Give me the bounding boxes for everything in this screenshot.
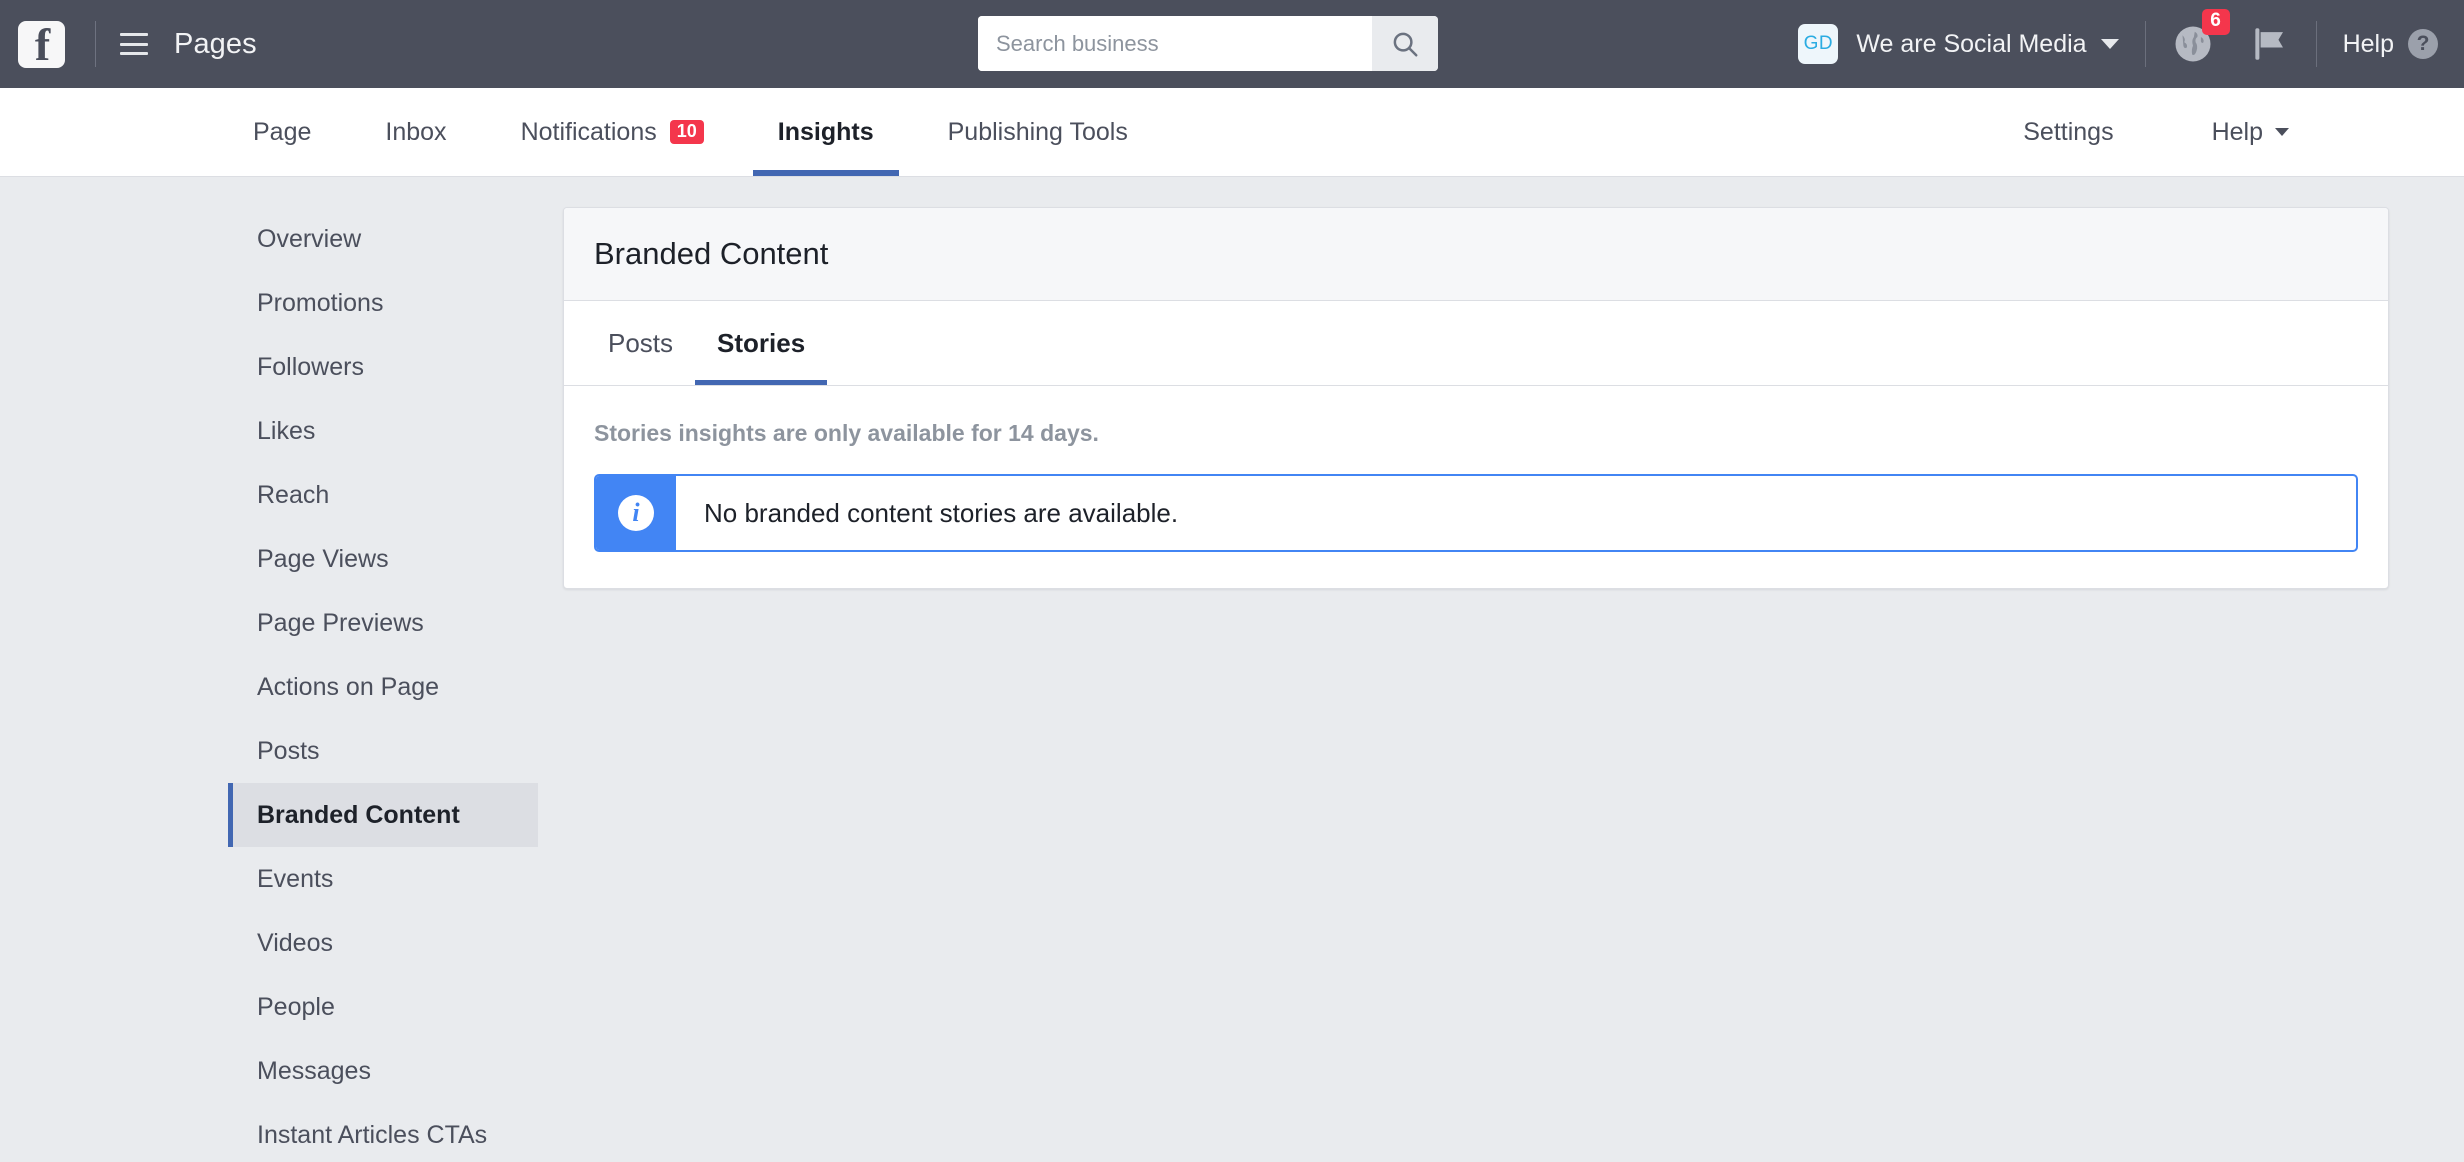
account-name[interactable]: We are Social Media [1856,30,2086,59]
notifications-badge-count: 10 [669,119,704,145]
search-button[interactable] [1372,16,1438,71]
sidebar-item-label: Posts [257,736,320,765]
sidebar-item-videos[interactable]: Videos [228,911,538,975]
sidebar-item-label: People [257,992,335,1021]
tab-insights-label: Insights [777,117,874,146]
header-right-controls: GD We are Social Media 6 Help ? [1798,0,2438,88]
sidebar-item-messages[interactable]: Messages [228,1039,538,1103]
insights-sidebar: Overview Promotions Followers Likes Reac… [228,207,538,1162]
branded-content-card: Branded Content Posts Stories Stories in… [563,207,2389,589]
page-content: Overview Promotions Followers Likes Reac… [0,177,2464,1162]
card-body: Stories insights are only available for … [564,386,2388,588]
help-label: Help [2342,29,2394,58]
sidebar-item-label: Page Views [257,544,389,573]
sidebar-item-label: Reach [257,480,330,509]
page-title: Branded Content [594,236,829,271]
page-nav-bar: Page Inbox Notifications 10 Insights Pub… [0,88,2464,177]
nav-help-label: Help [2211,117,2263,146]
sidebar-item-likes[interactable]: Likes [228,399,538,463]
sidebar-item-label: Instant Articles CTAs [257,1120,488,1149]
sidebar-item-actions-on-page[interactable]: Actions on Page [228,655,538,719]
sidebar-item-label: Followers [257,352,364,381]
tab-publishing-tools-label: Publishing Tools [947,117,1128,146]
sidebar-item-page-views[interactable]: Page Views [228,527,538,591]
question-mark-icon: ? [2408,29,2438,59]
pages-title: Pages [174,27,257,60]
search-input[interactable] [978,16,1372,71]
search-icon [1393,32,1418,56]
sidebar-item-label: Messages [257,1056,371,1085]
tab-page[interactable]: Page [228,88,336,176]
flag-icon [2254,28,2283,60]
sidebar-item-label: Branded Content [257,800,460,829]
sidebar-item-label: Events [257,864,334,893]
globe-notifications-button[interactable]: 6 [2172,9,2230,65]
nav-right-group: Settings Help [1998,88,2314,176]
tab-notifications[interactable]: Notifications 10 [496,88,729,176]
chevron-down-icon[interactable] [2100,39,2119,49]
empty-state-message: No branded content stories are available… [704,497,1179,528]
sidebar-item-people[interactable]: People [228,975,538,1039]
sidebar-item-label: Videos [257,928,333,957]
tab-page-label: Page [253,117,312,146]
sidebar-item-page-previews[interactable]: Page Previews [228,591,538,655]
tab-posts-label: Posts [608,327,674,358]
tab-stories-label: Stories [717,327,806,358]
header-divider-3 [2315,21,2317,67]
sidebar-item-instant-articles-ctas[interactable]: Instant Articles CTAs [228,1103,538,1162]
top-header-bar: f Pages GD We are Social Media 6 [0,0,2464,88]
globe-badge-count: 6 [2201,9,2230,35]
sidebar-item-label: Likes [257,416,316,445]
header-divider-2 [2144,21,2146,67]
tab-posts[interactable]: Posts [586,301,695,385]
tab-notifications-label: Notifications [520,117,657,146]
tab-stories[interactable]: Stories [695,301,828,385]
sidebar-item-events[interactable]: Events [228,847,538,911]
tab-publishing-tools[interactable]: Publishing Tools [923,88,1153,176]
search-business-container [978,16,1438,71]
stories-availability-notice: Stories insights are only available for … [594,420,1099,446]
sidebar-item-label: Overview [257,224,362,253]
sidebar-item-promotions[interactable]: Promotions [228,271,538,335]
hamburger-menu-icon[interactable] [120,33,148,55]
info-icon-container: i [596,476,676,550]
sidebar-item-label: Actions on Page [257,672,440,701]
sidebar-item-overview[interactable]: Overview [228,207,538,271]
sidebar-item-branded-content[interactable]: Branded Content [228,783,538,847]
settings-label: Settings [2023,117,2114,146]
avatar[interactable]: GD [1798,24,1839,64]
card-header: Branded Content [564,208,2388,301]
sidebar-item-label: Page Previews [257,608,424,637]
help-button[interactable]: Help ? [2343,29,2438,59]
main-column: Branded Content Posts Stories Stories in… [563,207,2389,1162]
flag-button[interactable] [2248,23,2290,65]
tab-insights[interactable]: Insights [752,88,899,176]
sidebar-item-reach[interactable]: Reach [228,463,538,527]
facebook-logo-icon[interactable]: f [18,20,65,68]
tab-inbox-label: Inbox [385,117,447,146]
nav-items-group: Page Inbox Notifications 10 Insights Pub… [228,88,1153,176]
sidebar-item-followers[interactable]: Followers [228,335,538,399]
nav-help-button[interactable]: Help [2187,118,2314,147]
info-icon: i [618,495,654,531]
chevron-down-icon [2275,128,2289,136]
tab-inbox[interactable]: Inbox [360,88,471,176]
sidebar-item-label: Promotions [257,288,384,317]
settings-button[interactable]: Settings [1998,118,2138,147]
card-tabs: Posts Stories [564,301,2388,386]
facebook-logo-letter: f [34,20,51,68]
sidebar-item-posts[interactable]: Posts [228,719,538,783]
header-divider [95,21,96,67]
empty-state-info-box: i No branded content stories are availab… [594,474,2358,552]
